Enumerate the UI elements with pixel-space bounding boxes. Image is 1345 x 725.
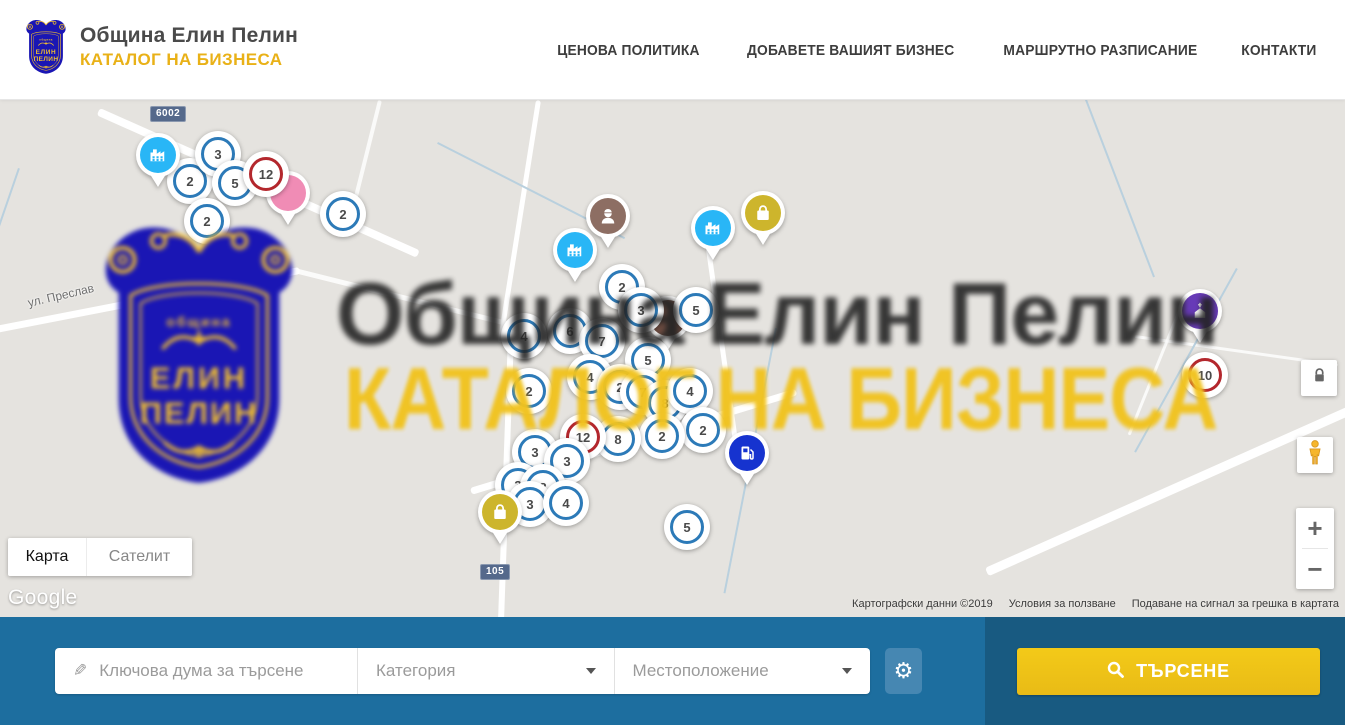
street-view-pegman-button[interactable] bbox=[1297, 437, 1333, 473]
google-logo[interactable]: Google bbox=[8, 586, 78, 610]
site-logo[interactable]: Община Елин Пелин КАТАЛОГ НА БИЗНЕСА bbox=[22, 17, 298, 77]
map-view-button[interactable]: Карта bbox=[8, 538, 86, 576]
search-button-label: ТЪРСЕНЕ bbox=[1136, 661, 1230, 682]
cluster-marker[interactable]: 2 bbox=[639, 413, 685, 459]
pin-marker-church[interactable] bbox=[1178, 289, 1222, 347]
cluster-marker[interactable]: 10 bbox=[1182, 352, 1228, 398]
road bbox=[985, 393, 1345, 576]
location-dropdown-label: Местоположение bbox=[633, 661, 769, 681]
cluster-marker[interactable]: 4 bbox=[501, 313, 547, 359]
pin-marker-fuel[interactable] bbox=[725, 431, 769, 489]
municipality-crest-icon bbox=[22, 17, 70, 77]
pegman-icon bbox=[1305, 439, 1325, 472]
report-map-error-link[interactable]: Подаване на сигнал за грешка в картата bbox=[1132, 598, 1339, 610]
zoom-out-button[interactable]: − bbox=[1296, 549, 1334, 589]
map-data-copyright: Картографски данни ©2019 bbox=[852, 598, 993, 610]
stream bbox=[0, 168, 20, 329]
cluster-marker[interactable]: 2 bbox=[680, 407, 726, 453]
cluster-marker[interactable]: 12 bbox=[243, 151, 289, 197]
watermark-crest-logo bbox=[85, 215, 313, 497]
pin-marker-shopping[interactable] bbox=[741, 191, 785, 249]
satellite-view-button[interactable]: Сателит bbox=[86, 538, 192, 576]
nav-route-schedule[interactable]: МАРШРУТНО РАЗПИСАНИЕ bbox=[1004, 42, 1198, 59]
cluster-marker[interactable]: 5 bbox=[664, 504, 710, 550]
map-canvas[interactable]: Община Елин Пелин КАТАЛОГ НА БИЗНЕСА Кар… bbox=[0, 100, 1345, 617]
stream bbox=[1085, 100, 1155, 277]
map-attribution: Картографски данни ©2019 Условия за полз… bbox=[852, 598, 1339, 610]
header: Община Елин Пелин КАТАЛОГ НА БИЗНЕСА ЦЕН… bbox=[0, 0, 1345, 100]
category-dropdown-label: Категория bbox=[376, 661, 455, 681]
pencil-icon: ✎ bbox=[73, 661, 87, 681]
zoom-in-button[interactable]: + bbox=[1296, 508, 1334, 548]
search-bar: ✎ Категория Местоположение ⚙ ТЪРСЕНЕ bbox=[0, 617, 1345, 725]
cluster-marker[interactable]: 4 bbox=[543, 480, 589, 526]
cluster-marker[interactable]: 3 bbox=[618, 287, 664, 333]
chevron-down-icon bbox=[586, 668, 596, 674]
advanced-settings-button[interactable]: ⚙ bbox=[885, 648, 922, 694]
location-dropdown[interactable]: Местоположение bbox=[615, 648, 871, 694]
terms-of-use-link[interactable]: Условия за ползване bbox=[1009, 598, 1116, 610]
cluster-marker[interactable]: 5 bbox=[673, 287, 719, 333]
road-number-badge: 105 bbox=[480, 564, 510, 580]
map-type-control: Карта Сателит bbox=[8, 538, 192, 576]
cluster-marker[interactable]: 2 bbox=[506, 368, 552, 414]
road-number-badge: 6002 bbox=[150, 106, 186, 122]
pin-marker-factory[interactable] bbox=[136, 133, 180, 191]
site-subtitle: КАТАЛОГ НА БИЗНЕСА bbox=[80, 50, 298, 70]
fullscreen-lock-button[interactable] bbox=[1301, 360, 1337, 396]
nav-contacts[interactable]: КОНТАКТИ bbox=[1241, 42, 1316, 59]
chevron-down-icon bbox=[842, 668, 852, 674]
search-panel: ✎ Категория Местоположение bbox=[55, 648, 870, 694]
page: Община Елин Пелин КАТАЛОГ НА БИЗНЕСА Кар… bbox=[0, 0, 1345, 725]
logo-text: Община Елин Пелин КАТАЛОГ НА БИЗНЕСА bbox=[80, 24, 298, 70]
cluster-marker[interactable]: 2 bbox=[184, 198, 230, 244]
cluster-marker[interactable]: 2 bbox=[320, 191, 366, 237]
pin-marker-factory[interactable] bbox=[691, 206, 735, 264]
pin-marker-shopping[interactable] bbox=[478, 490, 522, 548]
nav-pricing-policy[interactable]: ЦЕНОВА ПОЛИТИКА bbox=[557, 42, 699, 59]
lock-icon bbox=[1313, 368, 1326, 388]
road bbox=[498, 100, 541, 343]
search-button[interactable]: ТЪРСЕНЕ bbox=[1017, 648, 1320, 695]
nav-add-your-business[interactable]: ДОБАВЕТЕ ВАШИЯТ БИЗНЕС bbox=[747, 42, 954, 59]
main-nav: ЦЕНОВА ПОЛИТИКА ДОБАВЕТЕ ВАШИЯТ БИЗНЕС М… bbox=[551, 0, 1320, 100]
zoom-control: + − bbox=[1296, 508, 1334, 589]
pin-marker-builder[interactable] bbox=[586, 194, 630, 252]
street-label: ул. Преслав bbox=[26, 281, 95, 310]
gear-icon: ⚙ bbox=[894, 659, 914, 684]
category-dropdown[interactable]: Категория bbox=[358, 648, 614, 694]
keyword-section: ✎ bbox=[55, 648, 357, 694]
search-icon bbox=[1107, 661, 1124, 683]
keyword-search-input[interactable] bbox=[99, 661, 329, 681]
site-title: Община Елин Пелин bbox=[80, 24, 298, 48]
